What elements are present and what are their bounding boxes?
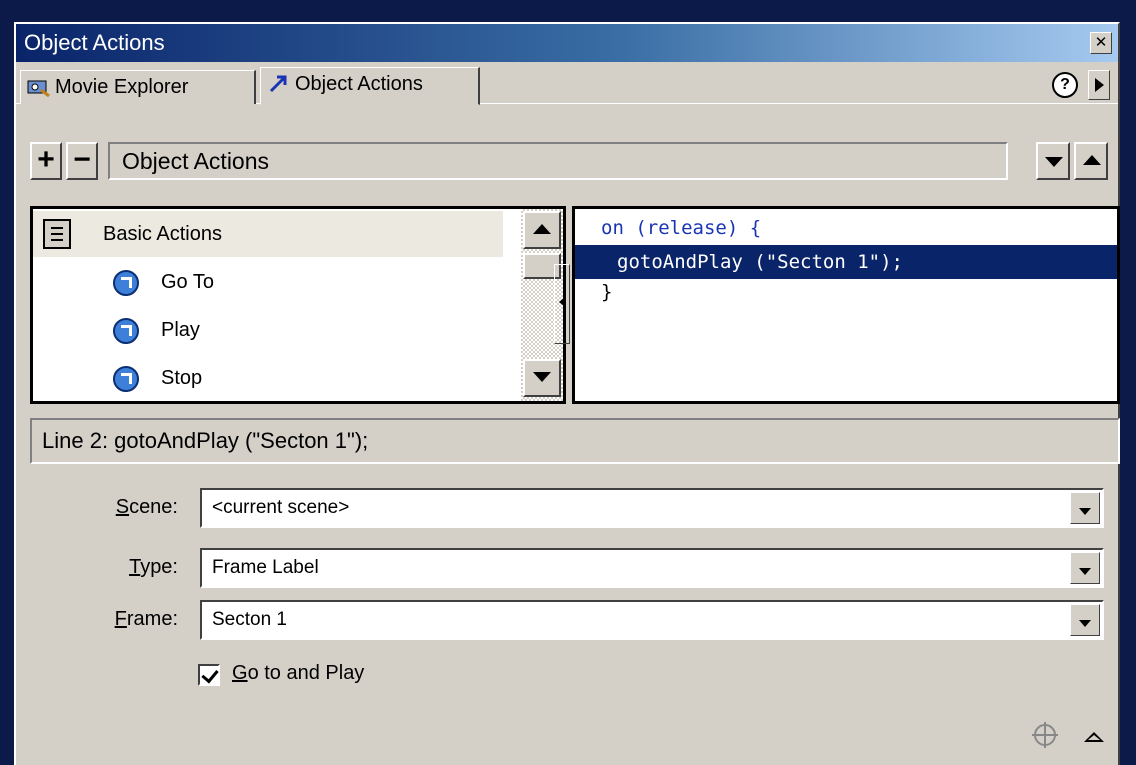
object-actions-icon [269,75,287,93]
type-label: Type: [129,556,178,578]
target-path-icon[interactable] [1032,722,1058,748]
panel-menu-button[interactable] [1088,70,1110,100]
window-title: Object Actions [24,30,165,55]
code-line-3[interactable]: } [575,275,1117,309]
actions-toolbox-list: Basic Actions Go To Play Stop [30,206,566,404]
type-value: Frame Label [212,557,319,578]
list-item-basic-actions[interactable]: Basic Actions [33,211,503,257]
action-arrow-icon [113,318,139,344]
collapse-parameters-icon[interactable] [1084,732,1104,742]
list-item-label: Basic Actions [103,223,222,245]
object-actions-window: Object Actions ✕ Movie Explorer Object A… [14,22,1120,765]
list-item-play[interactable]: Play [33,307,503,353]
status-line: Line 2: gotoAndPlay ("Secton 1"); [30,418,1120,464]
frame-value: Secton 1 [212,609,287,630]
help-icon[interactable]: ? [1052,72,1078,98]
tab-label: Object Actions [295,73,423,95]
add-action-button[interactable]: + [30,142,62,180]
chevron-down-icon[interactable] [1070,492,1100,524]
code-line-2-selected[interactable]: gotoAndPlay ("Secton 1"); [575,245,1117,279]
go-to-and-play-checkbox[interactable] [198,664,220,686]
movie-explorer-icon [27,80,50,98]
pane-splitter[interactable] [554,264,570,344]
move-down-button[interactable] [1036,142,1070,180]
scroll-up-button[interactable] [523,211,561,249]
list-item-stop[interactable]: Stop [33,355,503,401]
list-item-label: Go To [161,271,214,293]
code-text: (release) { [623,217,762,239]
delete-action-button[interactable]: − [66,142,98,180]
list-item-label: Play [161,319,200,341]
panel-label: Object Actions [108,142,1008,180]
scene-label: Scene: [115,496,178,518]
move-up-button[interactable] [1074,142,1108,180]
title-bar[interactable]: Object Actions ✕ [16,24,1118,62]
frame-label: Frame: [114,608,178,630]
action-arrow-icon [113,270,139,296]
go-to-and-play-label[interactable]: Go to and Play [232,662,364,685]
action-arrow-icon [113,366,139,392]
book-icon [43,219,71,249]
tab-strip: Movie Explorer Object Actions ? [16,64,1118,105]
code-keyword: on [601,217,624,239]
close-icon: ✕ [1094,34,1108,51]
scene-value: <current scene> [212,497,350,518]
type-select[interactable]: Frame Label [200,548,1104,588]
chevron-down-icon[interactable] [1070,552,1100,584]
script-editor[interactable]: on (release) { gotoAndPlay ("Secton 1");… [572,206,1120,404]
list-item-label: Stop [161,367,203,389]
code-line-1[interactable]: on (release) { [575,211,1117,245]
close-button[interactable]: ✕ [1090,32,1112,54]
tab-object-actions[interactable]: Object Actions [260,67,480,105]
chevron-down-icon[interactable] [1070,604,1100,636]
list-item-go-to[interactable]: Go To [33,259,503,305]
scene-select[interactable]: <current scene> [200,488,1104,528]
tab-movie-explorer[interactable]: Movie Explorer [20,70,256,104]
frame-select[interactable]: Secton 1 [200,600,1104,640]
scroll-down-button[interactable] [523,359,561,397]
tab-label: Movie Explorer [55,76,189,98]
